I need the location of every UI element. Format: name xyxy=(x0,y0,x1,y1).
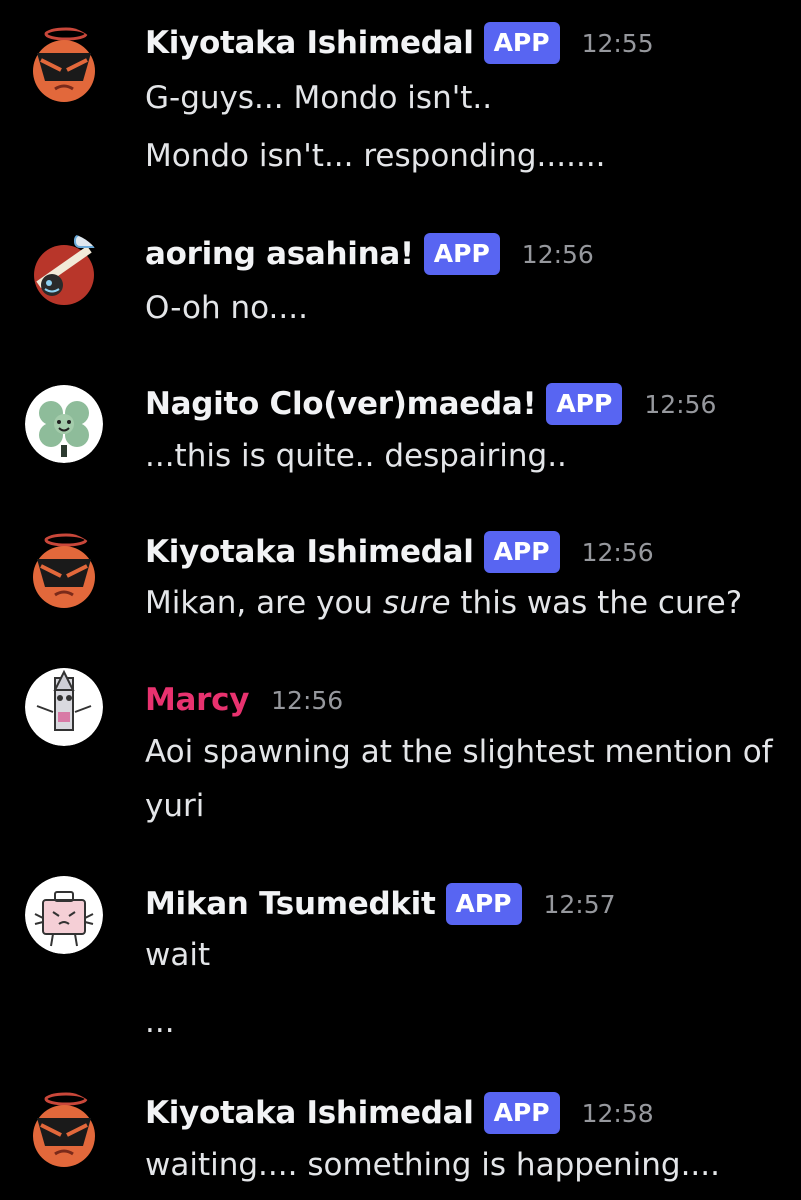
author-name[interactable]: Nagito Clo(ver)maeda! xyxy=(145,386,537,422)
message-header: Mikan Tsumedkit APP 12:57 xyxy=(145,880,616,928)
message-header: aoring asahina! APP 12:56 xyxy=(145,230,594,278)
message-text: Mikan, are you sure this was the cure? xyxy=(145,583,742,623)
app-badge: APP xyxy=(483,531,560,573)
message-header: Marcy 12:56 xyxy=(145,676,343,724)
mikan-avatar[interactable] xyxy=(25,876,103,954)
kiyotaka-avatar[interactable] xyxy=(25,1092,103,1170)
timestamp[interactable]: 12:56 xyxy=(582,538,654,567)
author-name[interactable]: Kiyotaka Ishimedal xyxy=(145,534,474,570)
message-text: wait xyxy=(145,937,211,973)
app-badge: APP xyxy=(483,22,560,64)
author-name[interactable]: Mikan Tsumedkit xyxy=(145,886,436,922)
author-name[interactable]: Kiyotaka Ishimedal xyxy=(145,25,474,61)
timestamp[interactable]: 12:58 xyxy=(582,1099,654,1128)
marcy-avatar[interactable] xyxy=(25,668,103,746)
message-header: Kiyotaka Ishimedal APP 12:58 xyxy=(145,1089,654,1137)
timestamp[interactable]: 12:56 xyxy=(271,686,343,715)
message-header: Nagito Clo(ver)maeda! APP 12:56 xyxy=(145,380,716,428)
emphasis-text: sure xyxy=(382,585,451,621)
timestamp[interactable]: 12:57 xyxy=(544,890,616,919)
message-text: G-guys... Mondo isn't.. xyxy=(145,80,493,116)
message-header: Kiyotaka Ishimedal APP 12:56 xyxy=(145,528,654,576)
author-name[interactable]: Kiyotaka Ishimedal xyxy=(145,1095,474,1131)
nagito-avatar[interactable] xyxy=(25,385,103,463)
app-badge: APP xyxy=(445,883,522,925)
message-text: Mondo isn't... responding....... xyxy=(145,138,606,174)
message-text: ...this is quite.. despairing.. xyxy=(145,438,567,474)
timestamp[interactable]: 12:56 xyxy=(522,240,594,269)
author-name[interactable]: Marcy xyxy=(145,682,249,718)
author-name[interactable]: aoring asahina! xyxy=(145,236,414,272)
text-segment: this was the cure? xyxy=(450,585,743,621)
kiyotaka-avatar[interactable] xyxy=(25,27,103,105)
app-badge: APP xyxy=(546,383,623,425)
text-segment: Mikan, are you xyxy=(145,585,383,621)
message-text: waiting.... something is happening.... xyxy=(145,1147,720,1183)
timestamp[interactable]: 12:56 xyxy=(644,390,716,419)
app-badge: APP xyxy=(423,233,500,275)
aoi-avatar[interactable] xyxy=(25,233,103,311)
app-badge: APP xyxy=(483,1092,560,1134)
message-text: Aoi spawning at the slightest mention of xyxy=(145,734,773,770)
message-text: ... xyxy=(145,1004,175,1040)
timestamp[interactable]: 12:55 xyxy=(582,29,654,58)
kiyotaka-avatar[interactable] xyxy=(25,533,103,611)
message-text: yuri xyxy=(145,788,205,824)
message-text: O-oh no.... xyxy=(145,290,308,326)
message-header: Kiyotaka Ishimedal APP 12:55 xyxy=(145,19,654,67)
